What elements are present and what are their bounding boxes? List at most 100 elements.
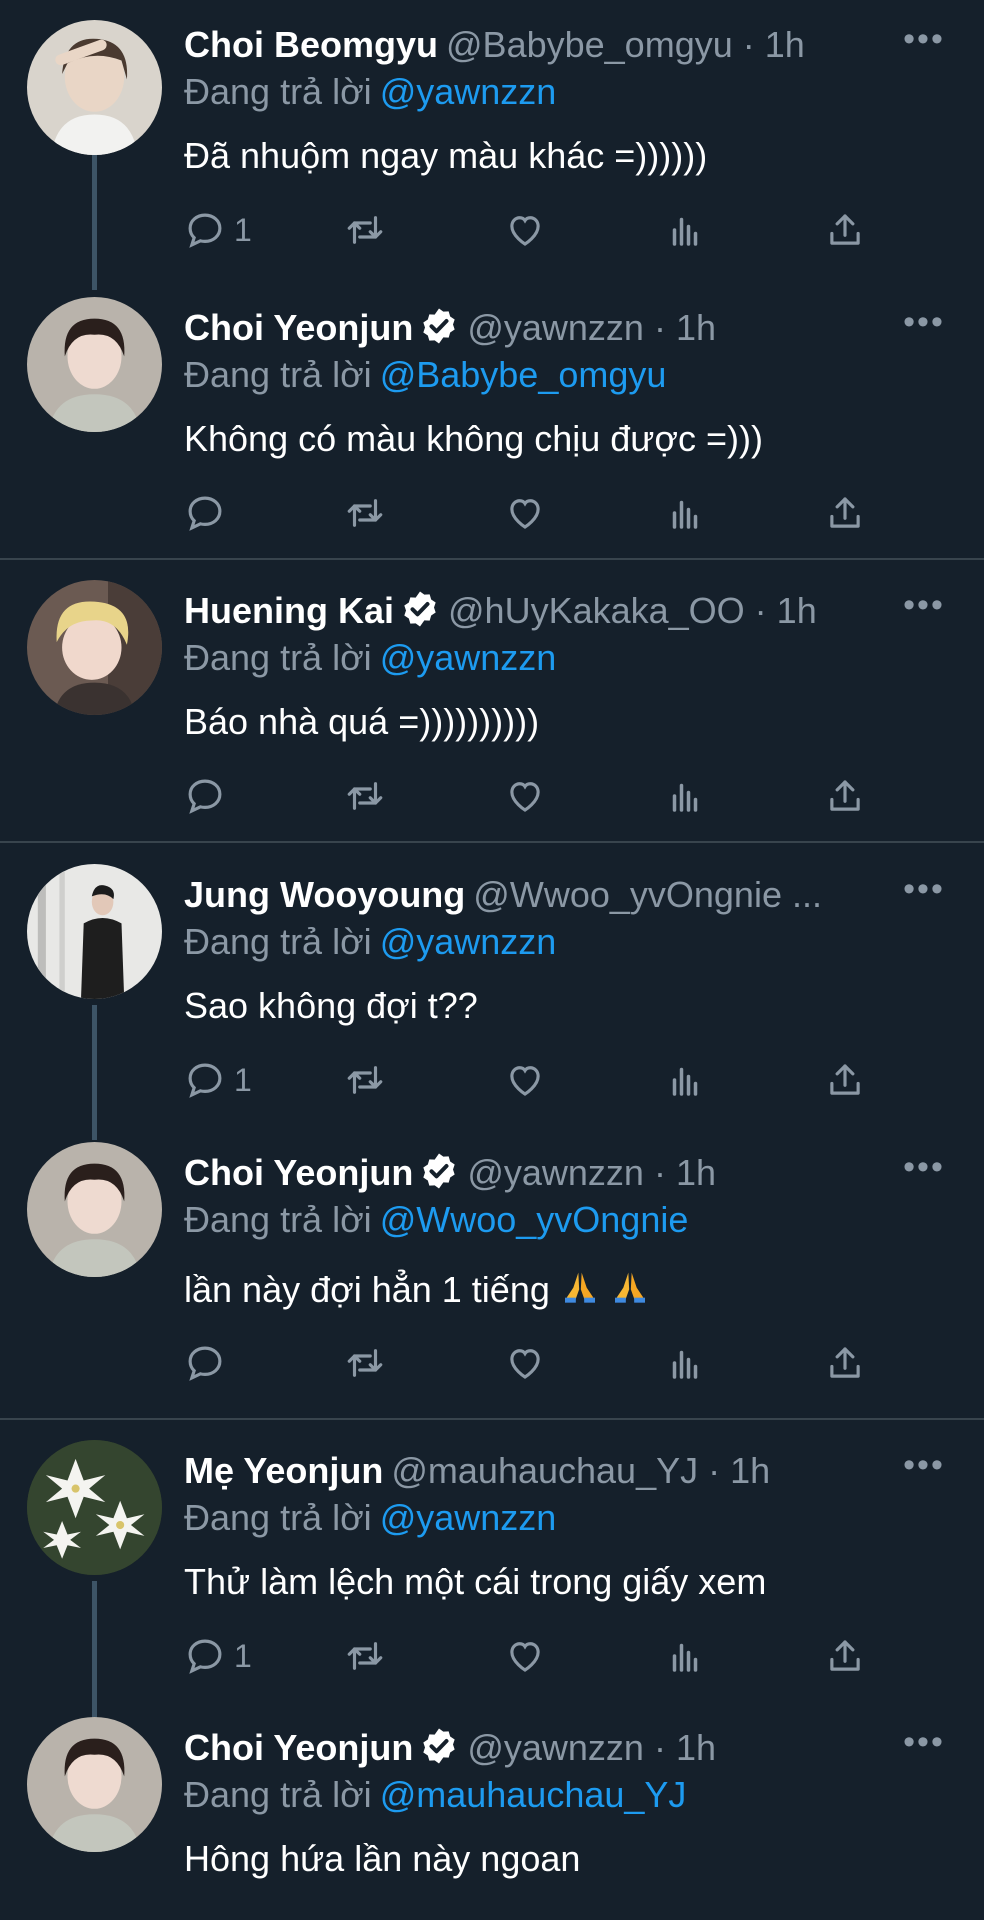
retweet-button[interactable] [344, 200, 386, 260]
like-button[interactable] [504, 1333, 546, 1393]
more-icon[interactable]: ••• [894, 300, 954, 356]
reply-button[interactable]: 1 [184, 1050, 252, 1110]
display-name[interactable]: Huening Kai [184, 590, 394, 631]
replying-to: Đang trả lời @yawnzzn [184, 66, 556, 118]
tweet-text: Thử làm lệch một cái trong giấy xem [184, 1561, 767, 1602]
reply-label: Đang trả lời [184, 71, 372, 112]
tweet-text-content: lần này đợi hẳn 1 tiếng [184, 1269, 550, 1310]
tweet-header: Huening Kai @hUyKakaka_OO · 1h [184, 583, 954, 639]
more-icon[interactable]: ••• [894, 867, 954, 923]
tweet-header: Choi Yeonjun @yawnzzn · 1h [184, 300, 954, 356]
more-icon[interactable]: ••• [894, 1145, 954, 1201]
views-button[interactable] [664, 1333, 706, 1393]
reply-label: Đang trả lời [184, 637, 372, 678]
reply-to-link[interactable]: @Wwoo_yvOngnie [380, 1199, 689, 1240]
heart-icon [510, 216, 540, 246]
handle[interactable]: @Babybe_omgyu · 1h [446, 24, 805, 65]
handle[interactable]: @Wwoo_yvOngnie ... [473, 874, 822, 915]
heart-icon [510, 499, 540, 529]
analytics-icon [672, 1643, 698, 1672]
verified-badge-icon [404, 591, 436, 627]
retweet-icon [347, 1349, 383, 1377]
reply-button[interactable] [184, 1333, 234, 1393]
retweet-button[interactable] [344, 483, 386, 543]
tweet-header: Mẹ Yeonjun @mauhauchau_YJ · 1h [184, 1443, 954, 1499]
verified-badge-icon [423, 1728, 456, 1764]
retweet-button[interactable] [344, 766, 386, 826]
display-name[interactable]: Choi Yeonjun [184, 307, 413, 348]
analytics-icon [672, 217, 698, 246]
thread-line [92, 155, 97, 290]
display-name[interactable]: Choi Yeonjun [184, 1152, 413, 1193]
handle[interactable]: @mauhauchau_YJ · 1h [391, 1450, 770, 1491]
reply-label: Đang trả lời [184, 1497, 372, 1538]
more-icon[interactable]: ••• [894, 1443, 954, 1499]
reply-feed: Choi Beomgyu @Babybe_omgyu · 1h ••• Đang … [0, 0, 984, 1920]
avatar[interactable] [27, 297, 162, 432]
views-button[interactable] [664, 766, 706, 826]
handle[interactable]: @hUyKakaka_OO · 1h [448, 590, 817, 631]
like-button[interactable] [504, 200, 546, 260]
share-icon [830, 214, 860, 245]
replying-to: Đang trả lời @Babybe_omgyu [184, 349, 666, 401]
share-button[interactable] [824, 200, 866, 260]
folded-hands-emoji-icon [614, 1272, 645, 1303]
display-name[interactable]: Choi Yeonjun [184, 1727, 413, 1768]
more-icon[interactable]: ••• [894, 1720, 954, 1776]
reply-to-link[interactable]: @yawnzzn [380, 921, 557, 962]
tweet-text: Báo nhà quá =)))))))))) [184, 701, 540, 742]
handle[interactable]: @yawnzzn · 1h [467, 307, 716, 348]
reply-icon [188, 1346, 222, 1381]
avatar[interactable] [27, 1142, 162, 1277]
display-name[interactable]: Mẹ Yeonjun [184, 1450, 383, 1491]
reply-button[interactable]: 1 [184, 200, 252, 260]
reply-button[interactable] [184, 766, 234, 826]
reply-to-link[interactable]: @yawnzzn [380, 1497, 557, 1538]
retweet-button[interactable] [344, 1626, 386, 1686]
views-button[interactable] [664, 1626, 706, 1686]
views-button[interactable] [664, 1050, 706, 1110]
handle[interactable]: @yawnzzn · 1h [467, 1152, 716, 1193]
avatar[interactable] [27, 20, 162, 155]
display-name[interactable]: Jung Wooyoung [184, 874, 465, 915]
share-button[interactable] [824, 1333, 866, 1393]
like-button[interactable] [504, 483, 546, 543]
more-icon[interactable]: ••• [894, 583, 954, 639]
analytics-icon [672, 1350, 698, 1379]
like-button[interactable] [504, 1626, 546, 1686]
tweet-header: Choi Yeonjun @yawnzzn · 1h [184, 1720, 954, 1776]
reply-to-link[interactable]: @Babybe_omgyu [380, 354, 667, 395]
reply-button[interactable] [184, 483, 234, 543]
more-icon[interactable]: ••• [894, 17, 954, 73]
replying-to: Đang trả lời @yawnzzn [184, 1492, 556, 1544]
verified-badge-icon [423, 308, 456, 344]
retweet-button[interactable] [344, 1333, 386, 1393]
display-name[interactable]: Choi Beomgyu [184, 24, 438, 65]
reply-to-link[interactable]: @yawnzzn [380, 637, 557, 678]
avatar[interactable] [27, 864, 162, 999]
reply-button[interactable]: 1 [184, 1626, 252, 1686]
views-button[interactable] [664, 200, 706, 260]
avatar[interactable] [27, 1440, 162, 1575]
reply-label: Đang trả lời [184, 921, 372, 962]
share-button[interactable] [824, 1050, 866, 1110]
share-button[interactable] [824, 766, 866, 826]
reply-to-link[interactable]: @mauhauchau_YJ [380, 1774, 687, 1815]
share-button[interactable] [824, 1626, 866, 1686]
like-button[interactable] [504, 1050, 546, 1110]
tweet-text: Sao không đợi t?? [184, 985, 478, 1026]
analytics-icon [672, 1067, 698, 1096]
divider [0, 558, 984, 560]
tweet-header: Choi Beomgyu @Babybe_omgyu · 1h [184, 17, 954, 73]
heart-icon [510, 1066, 540, 1096]
replying-to: Đang trả lời @yawnzzn [184, 916, 556, 968]
like-button[interactable] [504, 766, 546, 826]
avatar[interactable] [27, 580, 162, 715]
avatar[interactable] [27, 1717, 162, 1852]
retweet-icon [347, 1066, 383, 1094]
share-button[interactable] [824, 483, 866, 543]
handle[interactable]: @yawnzzn · 1h [467, 1727, 716, 1768]
retweet-button[interactable] [344, 1050, 386, 1110]
reply-to-link[interactable]: @yawnzzn [380, 71, 557, 112]
views-button[interactable] [664, 483, 706, 543]
